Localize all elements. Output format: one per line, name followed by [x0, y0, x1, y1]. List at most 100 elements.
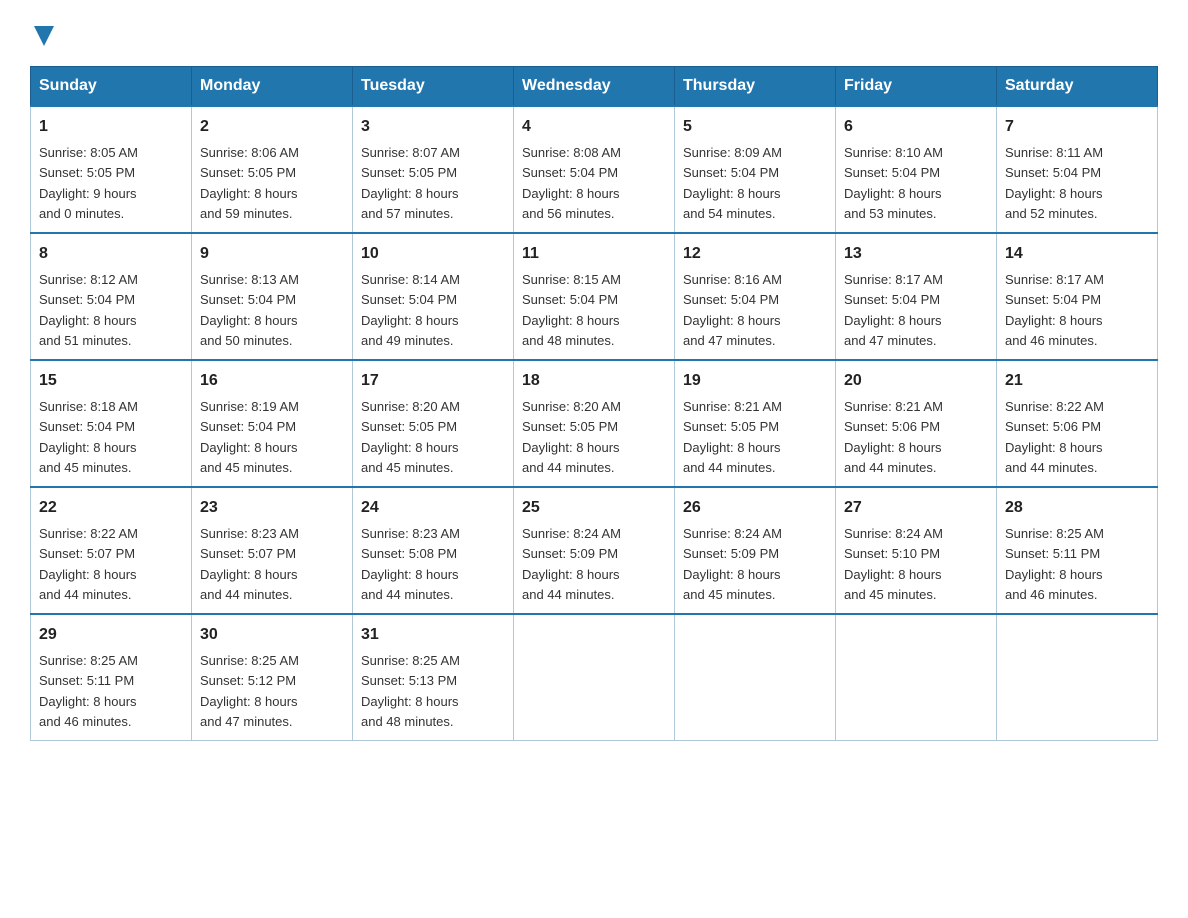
- day-info: Sunrise: 8:23 AMSunset: 5:07 PMDaylight:…: [200, 526, 299, 602]
- day-info: Sunrise: 8:09 AMSunset: 5:04 PMDaylight:…: [683, 145, 782, 221]
- calendar-cell: 30 Sunrise: 8:25 AMSunset: 5:12 PMDaylig…: [192, 614, 353, 741]
- day-info: Sunrise: 8:06 AMSunset: 5:05 PMDaylight:…: [200, 145, 299, 221]
- col-sunday: Sunday: [31, 67, 192, 107]
- calendar-week-row: 15 Sunrise: 8:18 AMSunset: 5:04 PMDaylig…: [31, 360, 1158, 487]
- day-info: Sunrise: 8:12 AMSunset: 5:04 PMDaylight:…: [39, 272, 138, 348]
- calendar-cell: 12 Sunrise: 8:16 AMSunset: 5:04 PMDaylig…: [675, 233, 836, 360]
- day-info: Sunrise: 8:25 AMSunset: 5:11 PMDaylight:…: [39, 653, 138, 729]
- day-number: 5: [683, 115, 827, 139]
- day-number: 3: [361, 115, 505, 139]
- calendar-week-row: 8 Sunrise: 8:12 AMSunset: 5:04 PMDayligh…: [31, 233, 1158, 360]
- calendar-cell: 8 Sunrise: 8:12 AMSunset: 5:04 PMDayligh…: [31, 233, 192, 360]
- day-number: 7: [1005, 115, 1149, 139]
- day-number: 29: [39, 623, 183, 647]
- calendar-header: Sunday Monday Tuesday Wednesday Thursday…: [31, 67, 1158, 107]
- calendar-cell: 25 Sunrise: 8:24 AMSunset: 5:09 PMDaylig…: [514, 487, 675, 614]
- calendar-cell: 7 Sunrise: 8:11 AMSunset: 5:04 PMDayligh…: [997, 106, 1158, 233]
- day-info: Sunrise: 8:15 AMSunset: 5:04 PMDaylight:…: [522, 272, 621, 348]
- header-row: Sunday Monday Tuesday Wednesday Thursday…: [31, 67, 1158, 107]
- calendar-cell: 27 Sunrise: 8:24 AMSunset: 5:10 PMDaylig…: [836, 487, 997, 614]
- calendar-cell: 14 Sunrise: 8:17 AMSunset: 5:04 PMDaylig…: [997, 233, 1158, 360]
- day-number: 23: [200, 496, 344, 520]
- calendar-table: Sunday Monday Tuesday Wednesday Thursday…: [30, 66, 1158, 741]
- day-info: Sunrise: 8:13 AMSunset: 5:04 PMDaylight:…: [200, 272, 299, 348]
- day-number: 8: [39, 242, 183, 266]
- day-info: Sunrise: 8:14 AMSunset: 5:04 PMDaylight:…: [361, 272, 460, 348]
- day-number: 25: [522, 496, 666, 520]
- day-number: 1: [39, 115, 183, 139]
- calendar-cell: 28 Sunrise: 8:25 AMSunset: 5:11 PMDaylig…: [997, 487, 1158, 614]
- calendar-cell: 17 Sunrise: 8:20 AMSunset: 5:05 PMDaylig…: [353, 360, 514, 487]
- day-number: 2: [200, 115, 344, 139]
- col-monday: Monday: [192, 67, 353, 107]
- day-number: 6: [844, 115, 988, 139]
- calendar-cell: 3 Sunrise: 8:07 AMSunset: 5:05 PMDayligh…: [353, 106, 514, 233]
- calendar-cell: 18 Sunrise: 8:20 AMSunset: 5:05 PMDaylig…: [514, 360, 675, 487]
- day-info: Sunrise: 8:05 AMSunset: 5:05 PMDaylight:…: [39, 145, 138, 221]
- day-info: Sunrise: 8:18 AMSunset: 5:04 PMDaylight:…: [39, 399, 138, 475]
- col-tuesday: Tuesday: [353, 67, 514, 107]
- calendar-cell: 31 Sunrise: 8:25 AMSunset: 5:13 PMDaylig…: [353, 614, 514, 741]
- day-info: Sunrise: 8:24 AMSunset: 5:09 PMDaylight:…: [683, 526, 782, 602]
- day-info: Sunrise: 8:20 AMSunset: 5:05 PMDaylight:…: [522, 399, 621, 475]
- day-number: 13: [844, 242, 988, 266]
- page-header: [30, 20, 1158, 46]
- day-info: Sunrise: 8:20 AMSunset: 5:05 PMDaylight:…: [361, 399, 460, 475]
- day-info: Sunrise: 8:21 AMSunset: 5:05 PMDaylight:…: [683, 399, 782, 475]
- calendar-cell: 16 Sunrise: 8:19 AMSunset: 5:04 PMDaylig…: [192, 360, 353, 487]
- calendar-cell: 21 Sunrise: 8:22 AMSunset: 5:06 PMDaylig…: [997, 360, 1158, 487]
- calendar-cell: 24 Sunrise: 8:23 AMSunset: 5:08 PMDaylig…: [353, 487, 514, 614]
- calendar-cell: 4 Sunrise: 8:08 AMSunset: 5:04 PMDayligh…: [514, 106, 675, 233]
- day-number: 9: [200, 242, 344, 266]
- day-info: Sunrise: 8:25 AMSunset: 5:12 PMDaylight:…: [200, 653, 299, 729]
- calendar-cell: 23 Sunrise: 8:23 AMSunset: 5:07 PMDaylig…: [192, 487, 353, 614]
- calendar-week-row: 22 Sunrise: 8:22 AMSunset: 5:07 PMDaylig…: [31, 487, 1158, 614]
- day-number: 4: [522, 115, 666, 139]
- day-info: Sunrise: 8:24 AMSunset: 5:09 PMDaylight:…: [522, 526, 621, 602]
- calendar-cell: 5 Sunrise: 8:09 AMSunset: 5:04 PMDayligh…: [675, 106, 836, 233]
- calendar-cell: 6 Sunrise: 8:10 AMSunset: 5:04 PMDayligh…: [836, 106, 997, 233]
- calendar-cell: 19 Sunrise: 8:21 AMSunset: 5:05 PMDaylig…: [675, 360, 836, 487]
- col-saturday: Saturday: [997, 67, 1158, 107]
- day-number: 17: [361, 369, 505, 393]
- day-info: Sunrise: 8:21 AMSunset: 5:06 PMDaylight:…: [844, 399, 943, 475]
- day-number: 15: [39, 369, 183, 393]
- day-info: Sunrise: 8:25 AMSunset: 5:11 PMDaylight:…: [1005, 526, 1104, 602]
- day-number: 26: [683, 496, 827, 520]
- calendar-cell: [514, 614, 675, 741]
- day-number: 11: [522, 242, 666, 266]
- day-number: 14: [1005, 242, 1149, 266]
- calendar-cell: 13 Sunrise: 8:17 AMSunset: 5:04 PMDaylig…: [836, 233, 997, 360]
- day-number: 10: [361, 242, 505, 266]
- calendar-week-row: 1 Sunrise: 8:05 AMSunset: 5:05 PMDayligh…: [31, 106, 1158, 233]
- calendar-cell: 20 Sunrise: 8:21 AMSunset: 5:06 PMDaylig…: [836, 360, 997, 487]
- col-friday: Friday: [836, 67, 997, 107]
- calendar-cell: [997, 614, 1158, 741]
- calendar-week-row: 29 Sunrise: 8:25 AMSunset: 5:11 PMDaylig…: [31, 614, 1158, 741]
- calendar-cell: 9 Sunrise: 8:13 AMSunset: 5:04 PMDayligh…: [192, 233, 353, 360]
- day-info: Sunrise: 8:16 AMSunset: 5:04 PMDaylight:…: [683, 272, 782, 348]
- day-number: 24: [361, 496, 505, 520]
- day-info: Sunrise: 8:17 AMSunset: 5:04 PMDaylight:…: [1005, 272, 1104, 348]
- day-number: 30: [200, 623, 344, 647]
- day-info: Sunrise: 8:23 AMSunset: 5:08 PMDaylight:…: [361, 526, 460, 602]
- day-info: Sunrise: 8:08 AMSunset: 5:04 PMDaylight:…: [522, 145, 621, 221]
- col-thursday: Thursday: [675, 67, 836, 107]
- day-number: 22: [39, 496, 183, 520]
- calendar-cell: 15 Sunrise: 8:18 AMSunset: 5:04 PMDaylig…: [31, 360, 192, 487]
- day-info: Sunrise: 8:10 AMSunset: 5:04 PMDaylight:…: [844, 145, 943, 221]
- day-number: 31: [361, 623, 505, 647]
- calendar-cell: 26 Sunrise: 8:24 AMSunset: 5:09 PMDaylig…: [675, 487, 836, 614]
- day-number: 18: [522, 369, 666, 393]
- day-number: 21: [1005, 369, 1149, 393]
- day-info: Sunrise: 8:25 AMSunset: 5:13 PMDaylight:…: [361, 653, 460, 729]
- calendar-cell: 29 Sunrise: 8:25 AMSunset: 5:11 PMDaylig…: [31, 614, 192, 741]
- day-info: Sunrise: 8:22 AMSunset: 5:07 PMDaylight:…: [39, 526, 138, 602]
- day-info: Sunrise: 8:07 AMSunset: 5:05 PMDaylight:…: [361, 145, 460, 221]
- day-number: 16: [200, 369, 344, 393]
- calendar-cell: 10 Sunrise: 8:14 AMSunset: 5:04 PMDaylig…: [353, 233, 514, 360]
- calendar-body: 1 Sunrise: 8:05 AMSunset: 5:05 PMDayligh…: [31, 106, 1158, 741]
- day-info: Sunrise: 8:11 AMSunset: 5:04 PMDaylight:…: [1005, 145, 1103, 221]
- day-number: 27: [844, 496, 988, 520]
- day-number: 19: [683, 369, 827, 393]
